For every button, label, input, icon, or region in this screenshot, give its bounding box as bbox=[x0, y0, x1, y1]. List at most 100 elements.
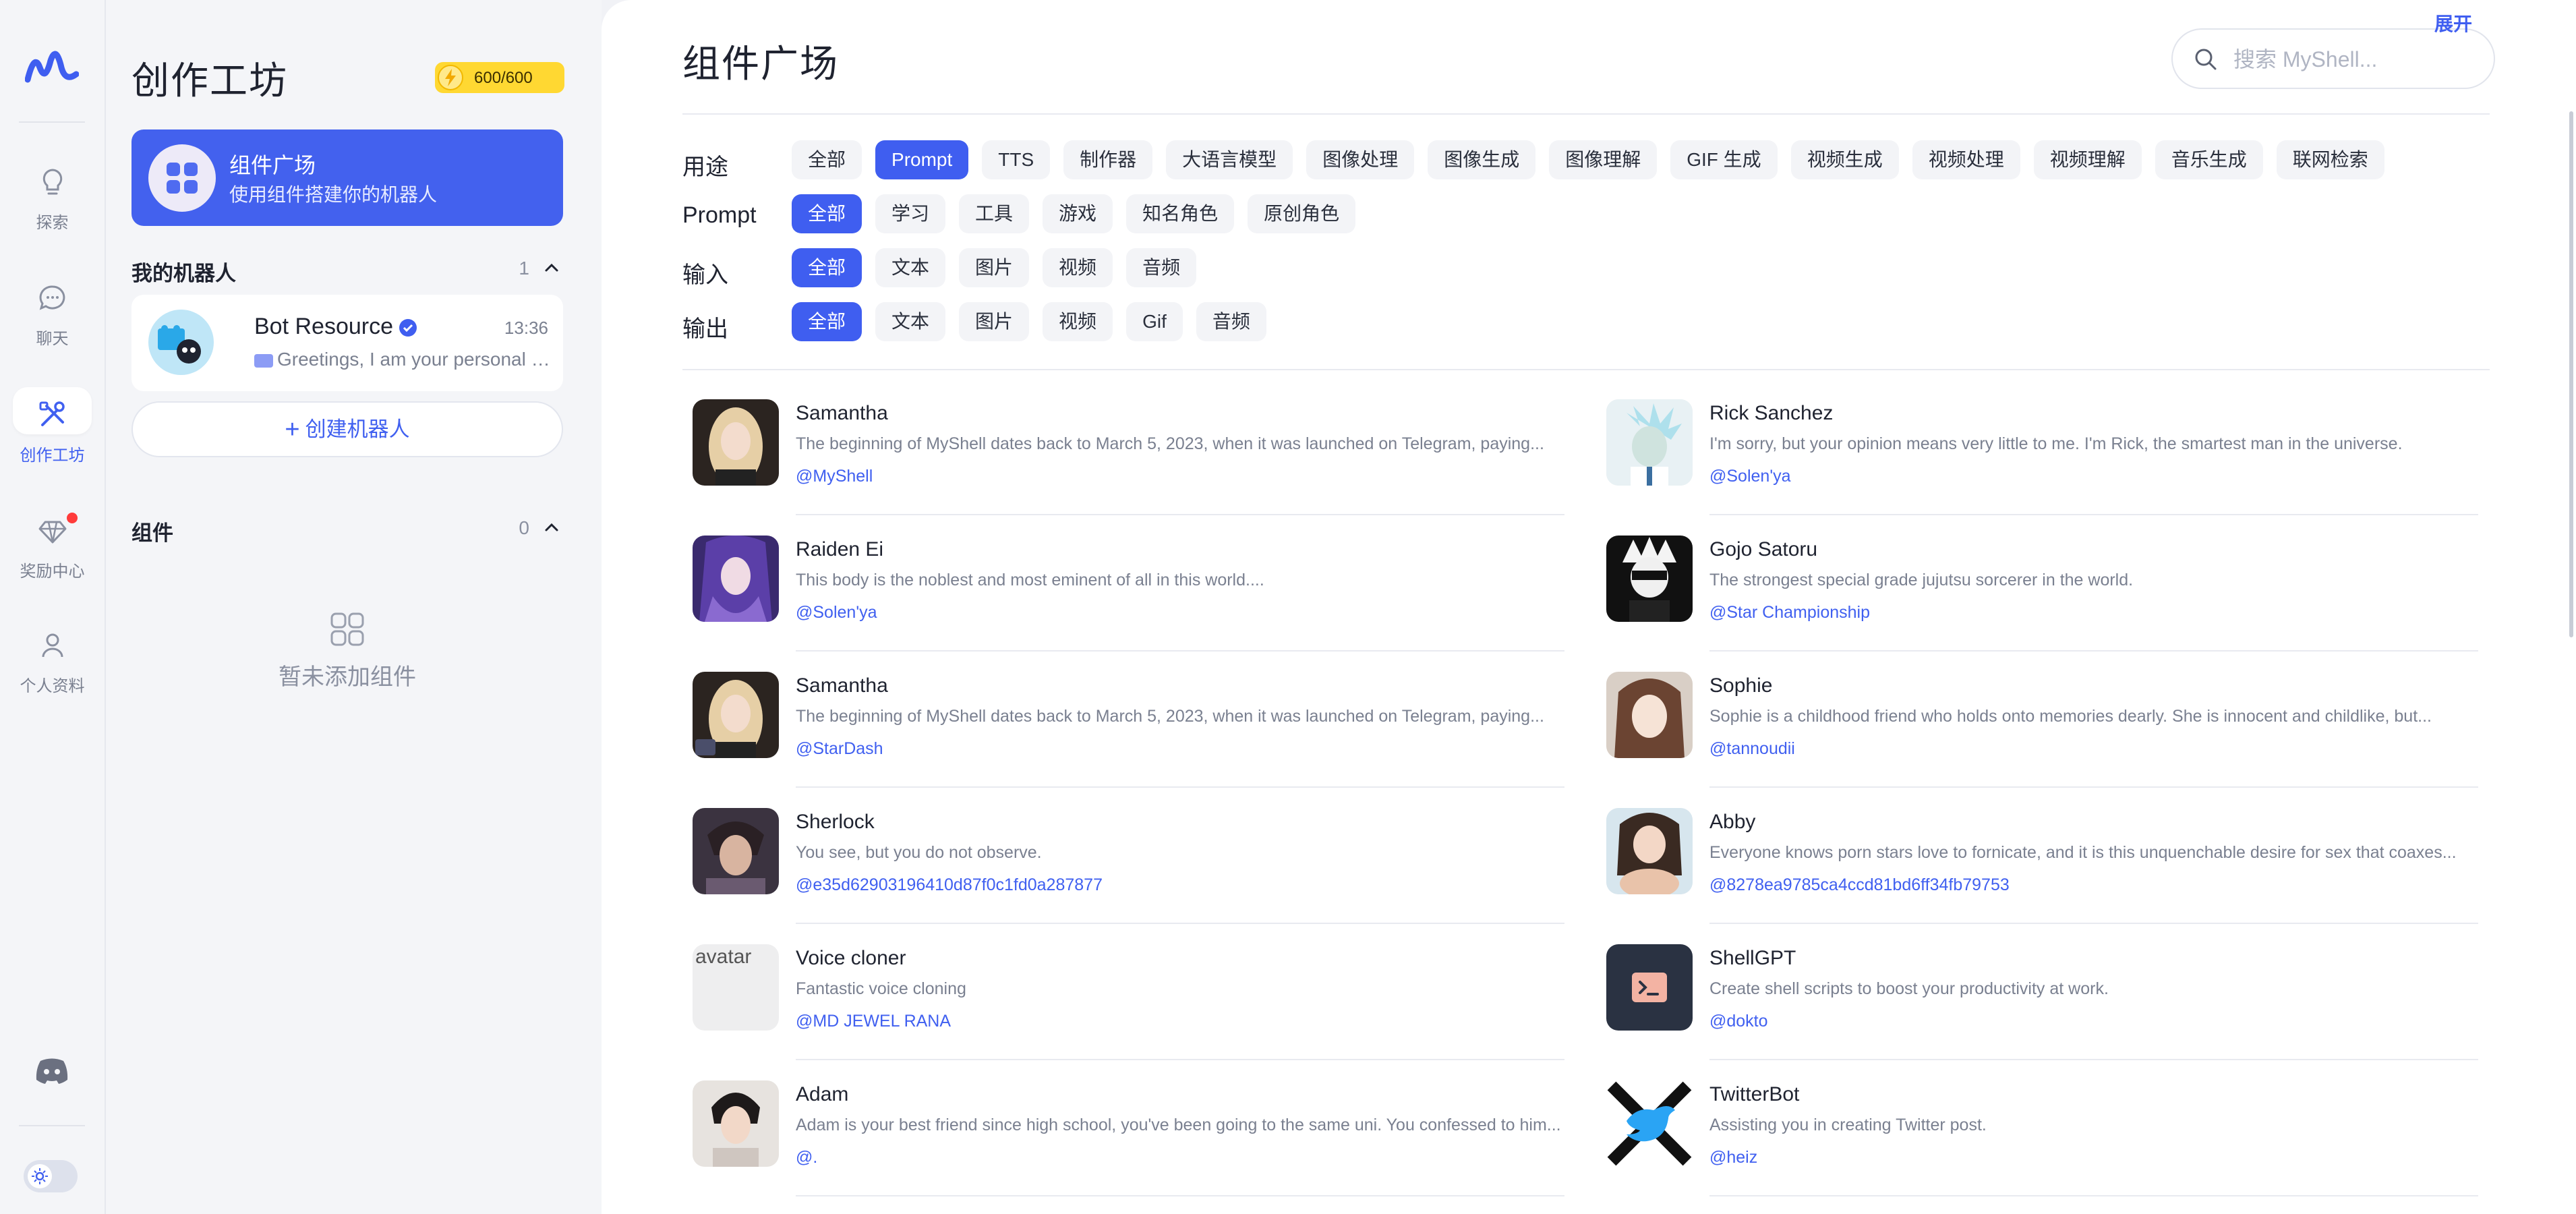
components-header[interactable]: 组件 0 bbox=[131, 516, 563, 545]
scrollbar[interactable] bbox=[2569, 111, 2573, 637]
filter-chip[interactable]: 视频生成 bbox=[1790, 140, 1899, 179]
filter-chip[interactable]: 大语言模型 bbox=[1166, 140, 1293, 179]
filter-chip[interactable]: GIF 生成 bbox=[1670, 140, 1778, 179]
search-box[interactable] bbox=[2171, 28, 2495, 89]
component-title: Adam bbox=[796, 1083, 849, 1105]
component-author[interactable]: @. bbox=[796, 1148, 817, 1167]
filter-chip[interactable]: 原创角色 bbox=[1248, 194, 1356, 233]
filter-chip[interactable]: 图片 bbox=[959, 248, 1030, 287]
filter-chip[interactable]: Prompt bbox=[875, 140, 969, 179]
component-card[interactable]: ShellGPT Create shell scripts to boost yo… bbox=[1606, 944, 2478, 1079]
component-card[interactable]: avatar Voice cloner Fantastic voice clonin… bbox=[693, 944, 1564, 1079]
component-author[interactable]: @MyShell bbox=[796, 467, 873, 486]
filter-chip[interactable]: 制作器 bbox=[1063, 140, 1153, 179]
rail-divider bbox=[19, 1125, 85, 1126]
my-bots-header[interactable]: 我的机器人 1 bbox=[131, 256, 563, 285]
filter-chip[interactable]: 视频 bbox=[1043, 302, 1113, 341]
rail-item-rewards[interactable]: 奖励中心 bbox=[10, 500, 94, 602]
filter-chip[interactable]: 视频理解 bbox=[2033, 140, 2142, 179]
filter-chip[interactable]: 知名角色 bbox=[1126, 194, 1235, 233]
component-title: TwitterBot bbox=[1709, 1083, 1800, 1105]
component-description: The beginning of MyShell dates back to M… bbox=[796, 434, 1544, 453]
create-bot-button[interactable]: + 创建机器人 bbox=[131, 401, 563, 457]
lego-brick-icon bbox=[254, 353, 273, 368]
component-author[interactable]: @Solen'ya bbox=[1709, 467, 1791, 486]
filter-chip[interactable]: 音频 bbox=[1126, 248, 1197, 287]
component-card[interactable]: Abby Everyone knows porn stars love to fo… bbox=[1606, 808, 2478, 943]
section-count: 1 bbox=[519, 258, 529, 279]
search-icon bbox=[2195, 49, 2217, 70]
verified-badge-icon bbox=[399, 319, 417, 337]
filter-chip[interactable]: 学习 bbox=[875, 194, 946, 233]
component-author[interactable]: @MD JEWEL RANA bbox=[796, 1012, 951, 1031]
filter-row: 输出 全部 文本 图片 视频 Gif 音频 bbox=[682, 302, 2503, 343]
filter-chip[interactable]: 联网检索 bbox=[2276, 140, 2384, 179]
filter-chip[interactable]: 文本 bbox=[875, 302, 946, 341]
expand-filters-link[interactable]: 展开 bbox=[2434, 9, 2472, 36]
bot-list-item[interactable]: Bot Resource 13:36 Greetings, I am your … bbox=[131, 295, 563, 391]
filter-chip[interactable]: 全部 bbox=[792, 248, 862, 287]
component-title: Raiden Ei bbox=[796, 538, 884, 560]
search-input[interactable] bbox=[2232, 42, 2478, 77]
rail-item-label: 奖励中心 bbox=[20, 562, 85, 581]
energy-badge[interactable]: 600/600 bbox=[435, 62, 564, 93]
filter-chip[interactable]: 文本 bbox=[875, 248, 946, 287]
filter-chip[interactable]: TTS bbox=[982, 140, 1051, 179]
component-author[interactable]: @Star Championship bbox=[1709, 603, 1870, 623]
filter-chip[interactable]: 图像理解 bbox=[1549, 140, 1658, 179]
component-avatar: avatar bbox=[693, 944, 779, 1031]
component-card[interactable]: Gojo Satoru The strongest special grade j… bbox=[1606, 536, 2478, 670]
filter-chip[interactable]: Gif bbox=[1126, 302, 1183, 341]
card-divider bbox=[1709, 786, 2478, 788]
filter-chip[interactable]: 图像生成 bbox=[1428, 140, 1536, 179]
card-divider bbox=[1709, 1195, 2478, 1196]
component-card[interactable]: Samantha The beginning of MyShell dates b… bbox=[693, 672, 1564, 807]
component-avatar bbox=[1606, 1080, 1693, 1167]
create-bot-label: 创建机器人 bbox=[305, 417, 410, 441]
myshell-logo[interactable] bbox=[25, 47, 79, 88]
filter-chip[interactable]: 音频 bbox=[1196, 302, 1266, 341]
component-author[interactable]: @e35d62903196410d87f0c1fd0a287877 bbox=[796, 875, 1103, 895]
rail-item-label: 个人资料 bbox=[20, 677, 85, 695]
component-author[interactable]: @tannoudii bbox=[1709, 739, 1795, 759]
filter-chip[interactable]: 工具 bbox=[959, 194, 1030, 233]
filter-chip[interactable]: 图像处理 bbox=[1306, 140, 1415, 179]
page-title: 组件广场 bbox=[682, 42, 839, 85]
filter-chip[interactable]: 全部 bbox=[792, 302, 862, 341]
filter-chip[interactable]: 图片 bbox=[959, 302, 1030, 341]
plus-icon: + bbox=[285, 415, 300, 444]
discord-icon[interactable] bbox=[32, 1056, 71, 1085]
card-divider bbox=[1709, 923, 2478, 924]
component-author[interactable]: @dokto bbox=[1709, 1012, 1768, 1031]
filter-chip[interactable]: 音乐生成 bbox=[2155, 140, 2263, 179]
component-avatar bbox=[1606, 808, 1693, 894]
component-card[interactable]: Sophie Sophie is a childhood friend who h… bbox=[1606, 672, 2478, 807]
filter-chip[interactable]: 视频 bbox=[1043, 248, 1113, 287]
filter-divider bbox=[682, 369, 2490, 370]
component-card[interactable]: Adam Adam is your best friend since high … bbox=[693, 1080, 1564, 1214]
component-plaza-card[interactable]: 组件广场 使用组件搭建你的机器人 bbox=[131, 129, 563, 226]
component-card[interactable]: Raiden Ei This body is the noblest and mo… bbox=[693, 536, 1564, 670]
component-card[interactable]: Samantha The beginning of MyShell dates b… bbox=[693, 399, 1564, 534]
component-author[interactable]: @8278ea9785ca4ccd81bd6ff34fb79753 bbox=[1709, 875, 2010, 895]
component-author[interactable]: @heiz bbox=[1709, 1148, 1757, 1167]
card-divider bbox=[796, 1195, 1564, 1196]
component-author[interactable]: @Solen'ya bbox=[796, 603, 877, 623]
rail-item-label: 创作工坊 bbox=[20, 446, 85, 465]
component-card[interactable]: TwitterBot Assisting you in creating Twit… bbox=[1606, 1080, 2478, 1214]
theme-toggle[interactable] bbox=[24, 1160, 78, 1192]
filter-chip[interactable]: 全部 bbox=[792, 194, 862, 233]
filter-chip[interactable]: 全部 bbox=[792, 140, 862, 179]
rail-item-chat[interactable]: 聊天 bbox=[10, 268, 94, 369]
filter-chip[interactable]: 视频处理 bbox=[1912, 140, 2020, 179]
rail-item-profile[interactable]: 个人资料 bbox=[10, 615, 94, 716]
rail-item-explore[interactable]: 探索 bbox=[10, 152, 94, 253]
card-divider bbox=[796, 923, 1564, 924]
rail-item-workshop[interactable]: 创作工坊 bbox=[10, 384, 94, 486]
component-card[interactable]: Rick Sanchez I'm sorry, but your opinion … bbox=[1606, 399, 2478, 534]
component-card[interactable]: Sherlock You see, but you do not observe.… bbox=[693, 808, 1564, 943]
component-author[interactable]: @StarDash bbox=[796, 739, 883, 759]
component-description: Fantastic voice cloning bbox=[796, 979, 966, 998]
component-title: Sherlock bbox=[796, 811, 875, 833]
filter-chip[interactable]: 游戏 bbox=[1043, 194, 1113, 233]
